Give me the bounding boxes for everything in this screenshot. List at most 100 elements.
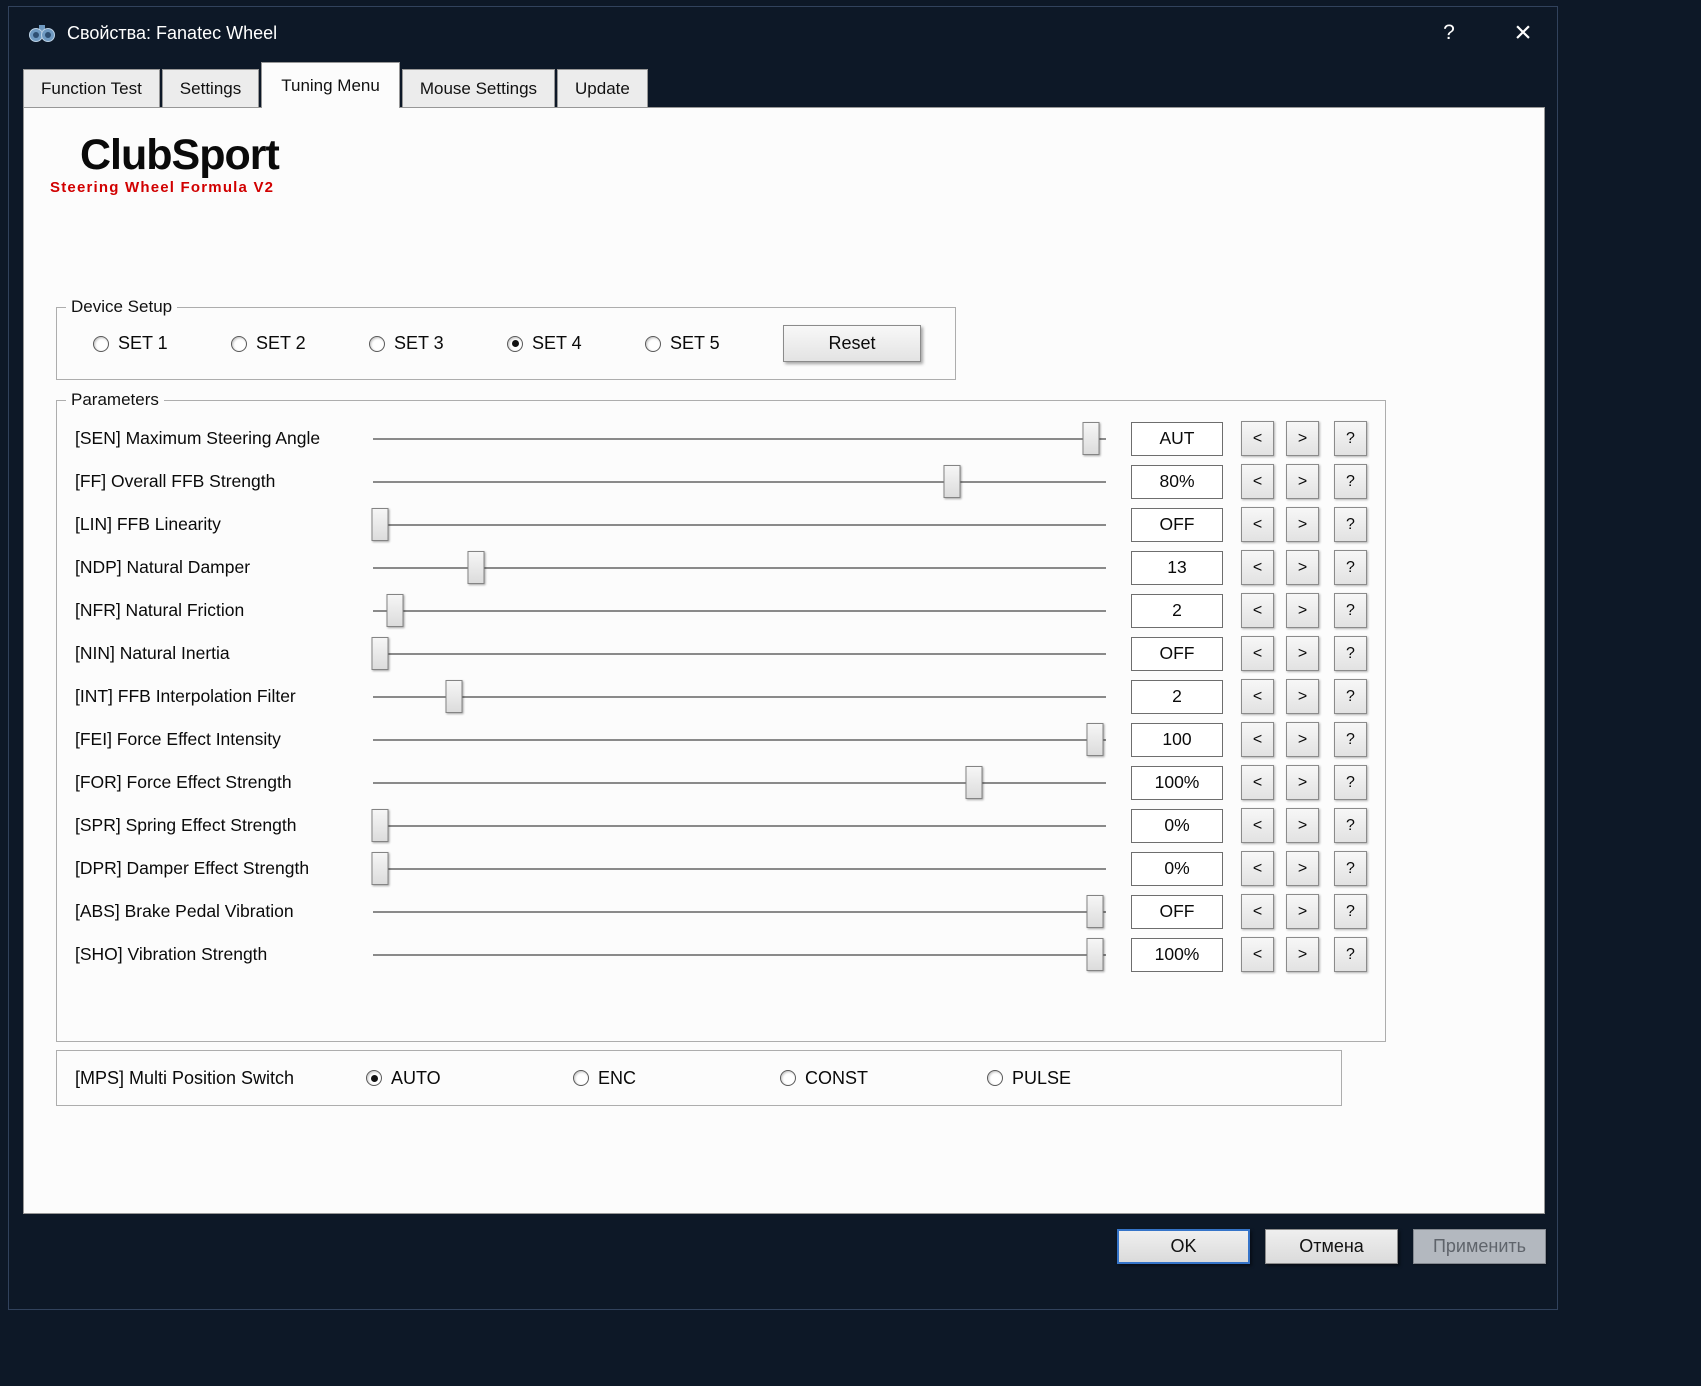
tab-item[interactable]: Mouse Settings bbox=[402, 69, 555, 107]
param-value-box[interactable]: 2 bbox=[1131, 680, 1223, 714]
param-decrement-button[interactable]: < bbox=[1241, 765, 1274, 800]
param-increment-button[interactable]: > bbox=[1286, 421, 1319, 456]
radio-button-icon[interactable] bbox=[366, 1070, 382, 1086]
param-help-button[interactable]: ? bbox=[1334, 593, 1367, 628]
radio-button-icon[interactable] bbox=[507, 336, 523, 352]
param-slider-thumb[interactable] bbox=[372, 637, 389, 670]
set-radio-option[interactable]: SET 3 bbox=[369, 333, 507, 354]
param-help-button[interactable]: ? bbox=[1334, 765, 1367, 800]
param-help-button[interactable]: ? bbox=[1334, 937, 1367, 972]
param-value-box[interactable]: 2 bbox=[1131, 594, 1223, 628]
param-help-button[interactable]: ? bbox=[1334, 507, 1367, 542]
mps-radio-option[interactable]: PULSE bbox=[987, 1068, 1194, 1089]
param-slider-thumb[interactable] bbox=[386, 594, 403, 627]
param-slider-thumb[interactable] bbox=[372, 508, 389, 541]
param-value-box[interactable]: 100% bbox=[1131, 938, 1223, 972]
param-decrement-button[interactable]: < bbox=[1241, 421, 1274, 456]
param-increment-button[interactable]: > bbox=[1286, 765, 1319, 800]
param-value-box[interactable]: 100% bbox=[1131, 766, 1223, 800]
param-slider-thumb[interactable] bbox=[966, 766, 983, 799]
tab-item[interactable]: Function Test bbox=[23, 69, 160, 107]
reset-button[interactable]: Reset bbox=[783, 325, 921, 362]
set-radio-option[interactable]: SET 2 bbox=[231, 333, 369, 354]
param-decrement-button[interactable]: < bbox=[1241, 722, 1274, 757]
param-help-button[interactable]: ? bbox=[1334, 636, 1367, 671]
param-slider-track[interactable] bbox=[373, 937, 1106, 973]
param-decrement-button[interactable]: < bbox=[1241, 894, 1274, 929]
close-icon[interactable]: × bbox=[1501, 11, 1545, 55]
param-increment-button[interactable]: > bbox=[1286, 808, 1319, 843]
param-decrement-button[interactable]: < bbox=[1241, 636, 1274, 671]
param-slider-track[interactable] bbox=[373, 808, 1106, 844]
mps-radio-option[interactable]: ENC bbox=[573, 1068, 780, 1089]
radio-button-icon[interactable] bbox=[369, 336, 385, 352]
param-slider-thumb[interactable] bbox=[944, 465, 961, 498]
param-increment-button[interactable]: > bbox=[1286, 894, 1319, 929]
param-slider-thumb[interactable] bbox=[372, 809, 389, 842]
param-value-box[interactable]: AUT bbox=[1131, 422, 1223, 456]
set-radio-option[interactable]: SET 4 bbox=[507, 333, 645, 354]
cancel-button[interactable]: Отмена bbox=[1265, 1229, 1398, 1264]
param-increment-button[interactable]: > bbox=[1286, 507, 1319, 542]
param-value-box[interactable]: OFF bbox=[1131, 895, 1223, 929]
param-slider-track[interactable] bbox=[373, 636, 1106, 672]
param-value-box[interactable]: 0% bbox=[1131, 809, 1223, 843]
param-decrement-button[interactable]: < bbox=[1241, 808, 1274, 843]
set-radio-option[interactable]: SET 5 bbox=[645, 333, 783, 354]
radio-button-icon[interactable] bbox=[780, 1070, 796, 1086]
radio-button-icon[interactable] bbox=[987, 1070, 1003, 1086]
radio-button-icon[interactable] bbox=[645, 336, 661, 352]
param-slider-thumb[interactable] bbox=[372, 852, 389, 885]
param-value-box[interactable]: 100 bbox=[1131, 723, 1223, 757]
tab-item[interactable]: Tuning Menu bbox=[261, 62, 400, 108]
param-decrement-button[interactable]: < bbox=[1241, 679, 1274, 714]
param-value-box[interactable]: 80% bbox=[1131, 465, 1223, 499]
param-slider-track[interactable] bbox=[373, 765, 1106, 801]
param-value-box[interactable]: OFF bbox=[1131, 637, 1223, 671]
param-increment-button[interactable]: > bbox=[1286, 937, 1319, 972]
set-radio-option[interactable]: SET 1 bbox=[93, 333, 231, 354]
param-help-button[interactable]: ? bbox=[1334, 894, 1367, 929]
param-increment-button[interactable]: > bbox=[1286, 464, 1319, 499]
param-increment-button[interactable]: > bbox=[1286, 636, 1319, 671]
param-decrement-button[interactable]: < bbox=[1241, 851, 1274, 886]
param-increment-button[interactable]: > bbox=[1286, 851, 1319, 886]
apply-button[interactable]: Применить bbox=[1413, 1229, 1546, 1264]
param-slider-track[interactable] bbox=[373, 550, 1106, 586]
param-decrement-button[interactable]: < bbox=[1241, 507, 1274, 542]
param-increment-button[interactable]: > bbox=[1286, 593, 1319, 628]
param-increment-button[interactable]: > bbox=[1286, 722, 1319, 757]
param-help-button[interactable]: ? bbox=[1334, 808, 1367, 843]
param-help-button[interactable]: ? bbox=[1334, 550, 1367, 585]
radio-button-icon[interactable] bbox=[573, 1070, 589, 1086]
param-slider-track[interactable] bbox=[373, 722, 1106, 758]
param-slider-thumb[interactable] bbox=[1087, 723, 1104, 756]
param-decrement-button[interactable]: < bbox=[1241, 464, 1274, 499]
param-slider-track[interactable] bbox=[373, 464, 1106, 500]
param-decrement-button[interactable]: < bbox=[1241, 593, 1274, 628]
param-help-button[interactable]: ? bbox=[1334, 421, 1367, 456]
param-value-box[interactable]: OFF bbox=[1131, 508, 1223, 542]
param-slider-thumb[interactable] bbox=[467, 551, 484, 584]
param-increment-button[interactable]: > bbox=[1286, 679, 1319, 714]
radio-button-icon[interactable] bbox=[93, 336, 109, 352]
param-slider-thumb[interactable] bbox=[1087, 938, 1104, 971]
param-slider-thumb[interactable] bbox=[445, 680, 462, 713]
param-help-button[interactable]: ? bbox=[1334, 722, 1367, 757]
param-help-button[interactable]: ? bbox=[1334, 679, 1367, 714]
param-slider-track[interactable] bbox=[373, 507, 1106, 543]
param-slider-thumb[interactable] bbox=[1087, 895, 1104, 928]
param-increment-button[interactable]: > bbox=[1286, 550, 1319, 585]
titlebar-help-button[interactable]: ? bbox=[1427, 11, 1471, 55]
param-help-button[interactable]: ? bbox=[1334, 464, 1367, 499]
param-slider-track[interactable] bbox=[373, 894, 1106, 930]
param-decrement-button[interactable]: < bbox=[1241, 550, 1274, 585]
mps-radio-option[interactable]: AUTO bbox=[366, 1068, 573, 1089]
param-slider-track[interactable] bbox=[373, 679, 1106, 715]
param-help-button[interactable]: ? bbox=[1334, 851, 1367, 886]
param-value-box[interactable]: 13 bbox=[1131, 551, 1223, 585]
tab-item[interactable]: Settings bbox=[162, 69, 259, 107]
param-decrement-button[interactable]: < bbox=[1241, 937, 1274, 972]
mps-radio-option[interactable]: CONST bbox=[780, 1068, 987, 1089]
param-slider-track[interactable] bbox=[373, 421, 1106, 457]
